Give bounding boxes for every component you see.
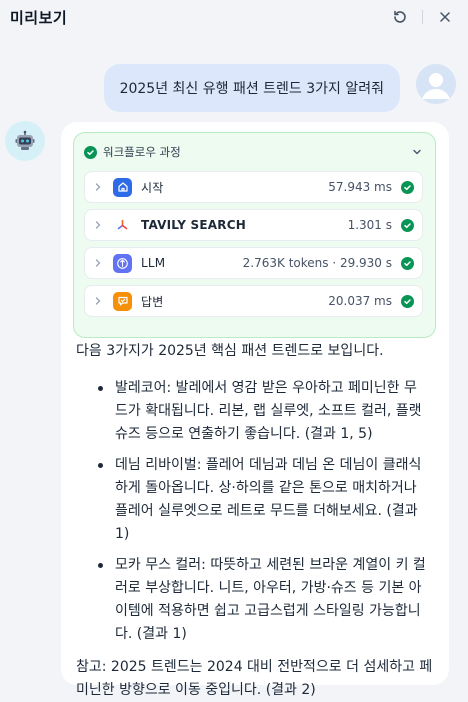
node-meta: 1.301 s <box>347 218 392 232</box>
answer-note: 참고: 2025 트렌드는 2024 대비 전반적으로 더 섬세하고 페미닌한 … <box>76 659 433 698</box>
chevron-right-icon <box>91 256 105 270</box>
refresh-button[interactable] <box>389 6 411 28</box>
header-actions <box>389 6 456 28</box>
home-icon <box>113 177 132 197</box>
header-title: 미리보기 <box>10 8 68 27</box>
workflow-node-tavily-search[interactable]: TAVILY SEARCH 1.301 s <box>84 209 423 241</box>
chevron-right-icon <box>91 294 105 308</box>
node-meta: 2.763K tokens · 29.930 s <box>242 256 392 270</box>
check-circle-icon <box>84 145 97 159</box>
check-circle-icon <box>401 180 414 194</box>
llm-icon <box>113 253 132 273</box>
chevron-right-icon <box>91 218 105 232</box>
answer-content: 다음 3가지가 2025년 핵심 패션 트렌드로 보입니다. 발레코어: 발레에… <box>73 340 437 702</box>
workflow-panel: 워크플로우 과정 시작 57.943 ms TAVILY SEARCH 1.30… <box>73 132 436 338</box>
check-circle-icon <box>401 218 414 232</box>
node-meta: 20.037 ms <box>328 294 392 308</box>
user-message-bubble: 2025년 최신 유행 패션 트렌드 3가지 알려줘 <box>103 64 400 112</box>
answer-icon <box>113 291 132 311</box>
preview-header: 미리보기 <box>0 0 468 34</box>
workflow-node-llm[interactable]: LLM 2.763K tokens · 29.930 s <box>84 247 423 279</box>
chevron-right-icon <box>91 180 105 194</box>
list-item: 모카 무스 컬러: 따뜻하고 세련된 브라운 계열이 키 컬러로 부상합니다. … <box>98 554 437 646</box>
close-button[interactable] <box>434 6 456 28</box>
tavily-icon <box>113 215 132 235</box>
refresh-icon <box>394 10 406 23</box>
user-avatar <box>416 64 456 104</box>
user-message-text: 2025년 최신 유행 패션 트렌드 3가지 알려줘 <box>119 81 384 97</box>
node-name: 시작 <box>141 180 164 195</box>
node-name: LLM <box>141 256 166 270</box>
answer-list: 발레코어: 발레에서 영감 받은 우아하고 페미닌한 무드가 확대됩니다. 리본… <box>73 377 437 646</box>
robot-icon <box>15 130 35 150</box>
bot-response-card: 워크플로우 과정 시작 57.943 ms TAVILY SEARCH 1.30… <box>61 122 449 698</box>
node-name: 답변 <box>141 294 164 309</box>
user-message-row: 2025년 최신 유행 패션 트렌드 3가지 알려줘 <box>103 64 456 112</box>
list-item: 데님 리바이벌: 플레어 데님과 데님 온 데님이 클래식하게 돌아옵니다. 상… <box>98 454 437 546</box>
node-name: TAVILY SEARCH <box>141 218 246 232</box>
workflow-header[interactable]: 워크플로우 과정 <box>84 139 423 165</box>
header-divider <box>422 10 423 24</box>
user-avatar-icon <box>416 64 456 104</box>
bot-avatar <box>5 121 45 161</box>
workflow-node-start[interactable]: 시작 57.943 ms <box>84 171 423 203</box>
check-circle-icon <box>401 294 414 308</box>
workflow-title: 워크플로우 과정 <box>103 145 181 159</box>
chevron-down-icon[interactable] <box>411 146 423 158</box>
node-meta: 57.943 ms <box>328 180 392 194</box>
list-item: 발레코어: 발레에서 영감 받은 우아하고 페미닌한 무드가 확대됩니다. 리본… <box>98 377 437 446</box>
workflow-node-answer[interactable]: 답변 20.037 ms <box>84 285 423 317</box>
answer-intro: 다음 3가지가 2025년 핵심 패션 트렌드로 보입니다. <box>76 343 384 359</box>
check-circle-icon <box>401 256 414 270</box>
close-icon <box>440 12 450 22</box>
